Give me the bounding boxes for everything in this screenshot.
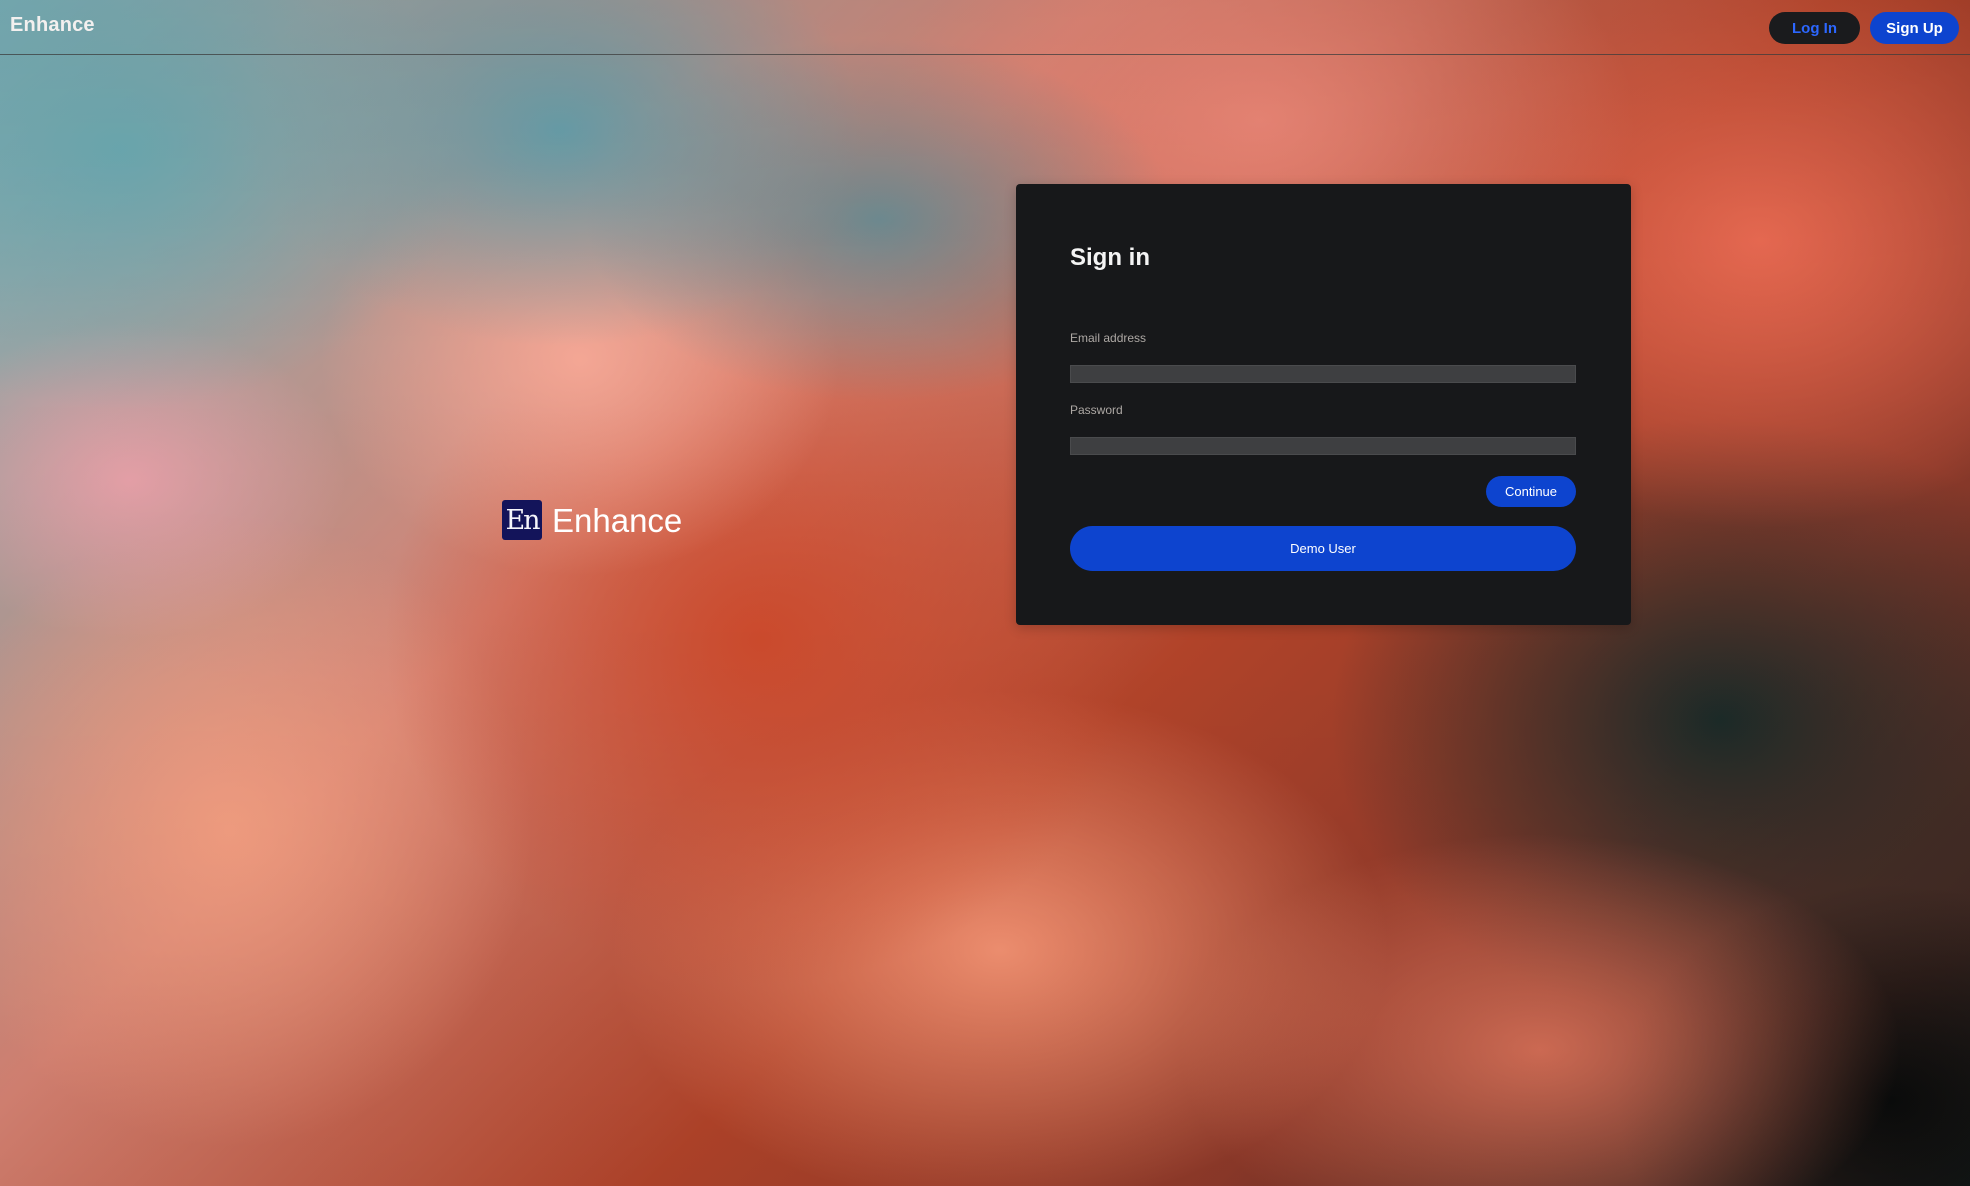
- header-actions: Log In Sign Up: [1769, 12, 1959, 44]
- background-overlay: [0, 0, 1970, 1186]
- demo-user-button[interactable]: Demo User: [1070, 526, 1576, 571]
- enhance-logo-icon: En: [502, 500, 542, 540]
- hero-app-name: Enhance: [552, 501, 683, 539]
- top-navigation: Enhance Log In Sign Up: [0, 0, 1970, 55]
- login-page: Enhance Log In Sign Up En Enhance Sign i…: [0, 0, 1970, 1186]
- email-address-label: Email address: [1070, 331, 1147, 345]
- password-input[interactable]: [1070, 437, 1576, 455]
- log-in-button[interactable]: Log In: [1769, 12, 1860, 44]
- continue-button[interactable]: Continue: [1486, 476, 1576, 507]
- header-app-name[interactable]: Enhance: [10, 14, 95, 37]
- hero-brand: En Enhance: [502, 500, 682, 540]
- email-address-input[interactable]: [1070, 365, 1576, 383]
- password-label: Password: [1070, 403, 1123, 417]
- sign-up-button[interactable]: Sign Up: [1870, 12, 1959, 44]
- sign-in-panel: Sign in Email address Password Continue …: [1016, 184, 1631, 625]
- sign-in-title: Sign in: [1070, 244, 1150, 271]
